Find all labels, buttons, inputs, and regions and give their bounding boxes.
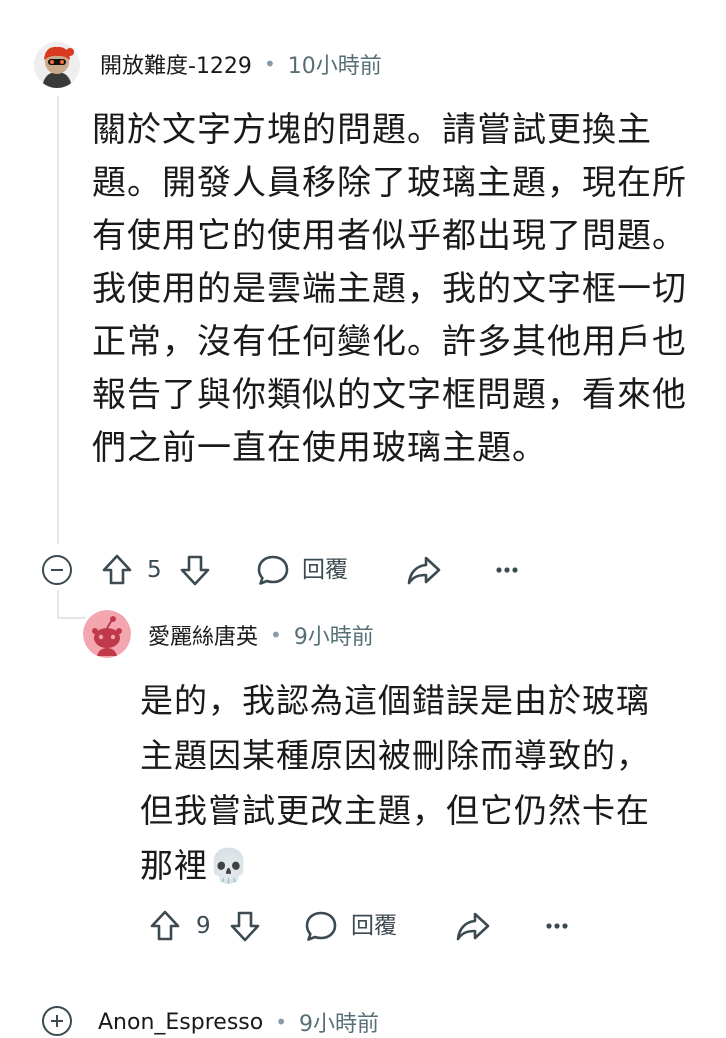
downvote-icon[interactable] bbox=[228, 906, 262, 946]
avatar-snoo-icon bbox=[34, 42, 80, 88]
comment-meta: 愛麗絲唐英 • 9小時前 bbox=[148, 619, 374, 651]
comment-timestamp: 10小時前 bbox=[287, 54, 382, 79]
comment-author[interactable]: 開放難度-1229 bbox=[100, 48, 252, 80]
downvote-icon[interactable] bbox=[178, 550, 212, 590]
thread-line-reply-connector bbox=[57, 617, 85, 619]
upvote-icon[interactable] bbox=[148, 906, 182, 946]
reply-button[interactable]: 回覆 bbox=[302, 550, 348, 590]
avatar[interactable] bbox=[83, 610, 131, 658]
share-icon[interactable] bbox=[406, 550, 442, 590]
meta-separator: • bbox=[263, 52, 276, 76]
comment-actions: 9 回覆 bbox=[148, 906, 588, 946]
expand-thread-button[interactable] bbox=[42, 1006, 72, 1036]
thread-line bbox=[57, 96, 59, 544]
comment-body: 是的，我認為這個錯誤是由於玻璃主題因某種原因被刪除而導致的，但我嘗試更改主題，但… bbox=[140, 681, 650, 885]
comment-timestamp: 9小時前 bbox=[299, 1012, 380, 1037]
comment-body: 關於文字方塊的問題。請嘗試更換主題。開發人員移除了玻璃主題，現在所有使用它的使用… bbox=[92, 110, 687, 468]
share-icon[interactable] bbox=[455, 906, 491, 946]
meta-separator: • bbox=[270, 623, 282, 647]
reply-button[interactable]: 回覆 bbox=[351, 906, 397, 946]
comment-author[interactable]: 愛麗絲唐英 bbox=[148, 619, 258, 651]
comment-meta: Anon_Espresso • 9小時前 bbox=[98, 1006, 379, 1038]
vote-count: 5 bbox=[147, 557, 162, 583]
meta-separator: • bbox=[275, 1010, 288, 1034]
avatar-snoo-icon bbox=[83, 610, 131, 658]
reply-bubble-icon[interactable] bbox=[256, 550, 290, 590]
reply-bubble-icon[interactable] bbox=[304, 906, 338, 946]
avatar[interactable] bbox=[34, 42, 80, 88]
comment-timestamp: 9小時前 bbox=[293, 625, 374, 650]
thread-line-reply-branch bbox=[57, 590, 59, 618]
vote-count: 9 bbox=[196, 913, 211, 939]
comment-author[interactable]: Anon_Espresso bbox=[98, 1010, 263, 1035]
comment-actions: 5 回覆 bbox=[40, 550, 560, 590]
upvote-icon[interactable] bbox=[100, 550, 134, 590]
more-options-icon[interactable] bbox=[544, 906, 570, 946]
collapse-thread-button[interactable] bbox=[42, 555, 72, 585]
more-options-icon[interactable] bbox=[494, 550, 520, 590]
comment-meta: 開放難度-1229 • 10小時前 bbox=[100, 48, 382, 80]
